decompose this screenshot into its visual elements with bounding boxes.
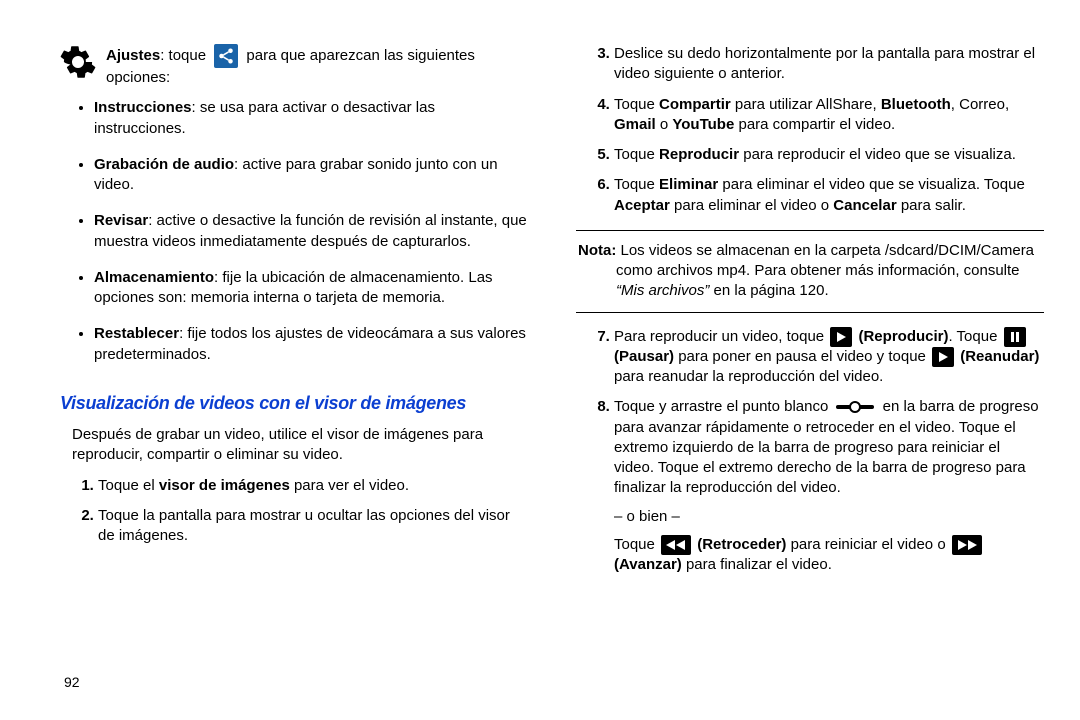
page-number: 92	[64, 673, 80, 692]
option-grabacion: Grabación de audio: active para grabar s…	[94, 155, 528, 196]
step-8-or: – o bien –	[614, 507, 1044, 527]
step-8: Toque y arrastre el punto blanco en la b…	[614, 397, 1044, 575]
step-5: Toque Reproducir para reproducir el vide…	[614, 145, 1044, 165]
play-icon	[830, 327, 852, 347]
share-icon	[214, 44, 238, 68]
note-label: Nota:	[578, 242, 616, 259]
option-instrucciones: Instrucciones: se usa para activar o des…	[94, 98, 528, 139]
pause-icon	[1004, 327, 1026, 347]
section-intro: Después de grabar un video, utilice el v…	[72, 425, 528, 466]
options-list: Instrucciones: se usa para activar o des…	[60, 98, 528, 365]
gear-icon	[60, 44, 96, 80]
resume-icon	[932, 347, 954, 367]
steps-left: Toque el visor de imágenes para ver el v…	[72, 476, 528, 547]
steps-right-b: Para reproducir un video, toque (Reprodu…	[588, 327, 1044, 576]
ajustes-block: Ajustes: toque para que aparezcan las si…	[60, 44, 528, 88]
section-title: Visualización de videos con el visor de …	[60, 391, 528, 415]
ajustes-label: Ajustes	[106, 47, 160, 64]
option-revisar: Revisar: active o desactive la función d…	[94, 211, 528, 252]
right-column: Deslice su dedo horizontalmente por la p…	[552, 44, 1044, 700]
left-column: Ajustes: toque para que aparezcan las si…	[60, 44, 552, 700]
step-2: Toque la pantalla para mostrar u ocultar…	[98, 506, 528, 547]
option-restablecer: Restablecer: fije todos los ajustes de v…	[94, 324, 528, 365]
step-7: Para reproducir un video, toque (Reprodu…	[614, 327, 1044, 388]
ajustes-text: Ajustes: toque para que aparezcan las si…	[106, 44, 528, 88]
step-4: Toque Compartir para utilizar AllShare, …	[614, 95, 1044, 136]
step-1: Toque el visor de imágenes para ver el v…	[98, 476, 528, 496]
progress-dot-icon	[836, 400, 874, 414]
manual-page: Ajustes: toque para que aparezcan las si…	[0, 0, 1080, 720]
note-block: Nota: Los videos se almacenan en la carp…	[576, 230, 1044, 313]
forward-icon	[952, 535, 982, 555]
step-6: Toque Eliminar para eliminar el video qu…	[614, 175, 1044, 216]
steps-right-a: Deslice su dedo horizontalmente por la p…	[588, 44, 1044, 216]
option-almacenamiento: Almacenamiento: fije la ubicación de alm…	[94, 268, 528, 309]
rewind-icon	[661, 535, 691, 555]
step-3: Deslice su dedo horizontalmente por la p…	[614, 44, 1044, 85]
